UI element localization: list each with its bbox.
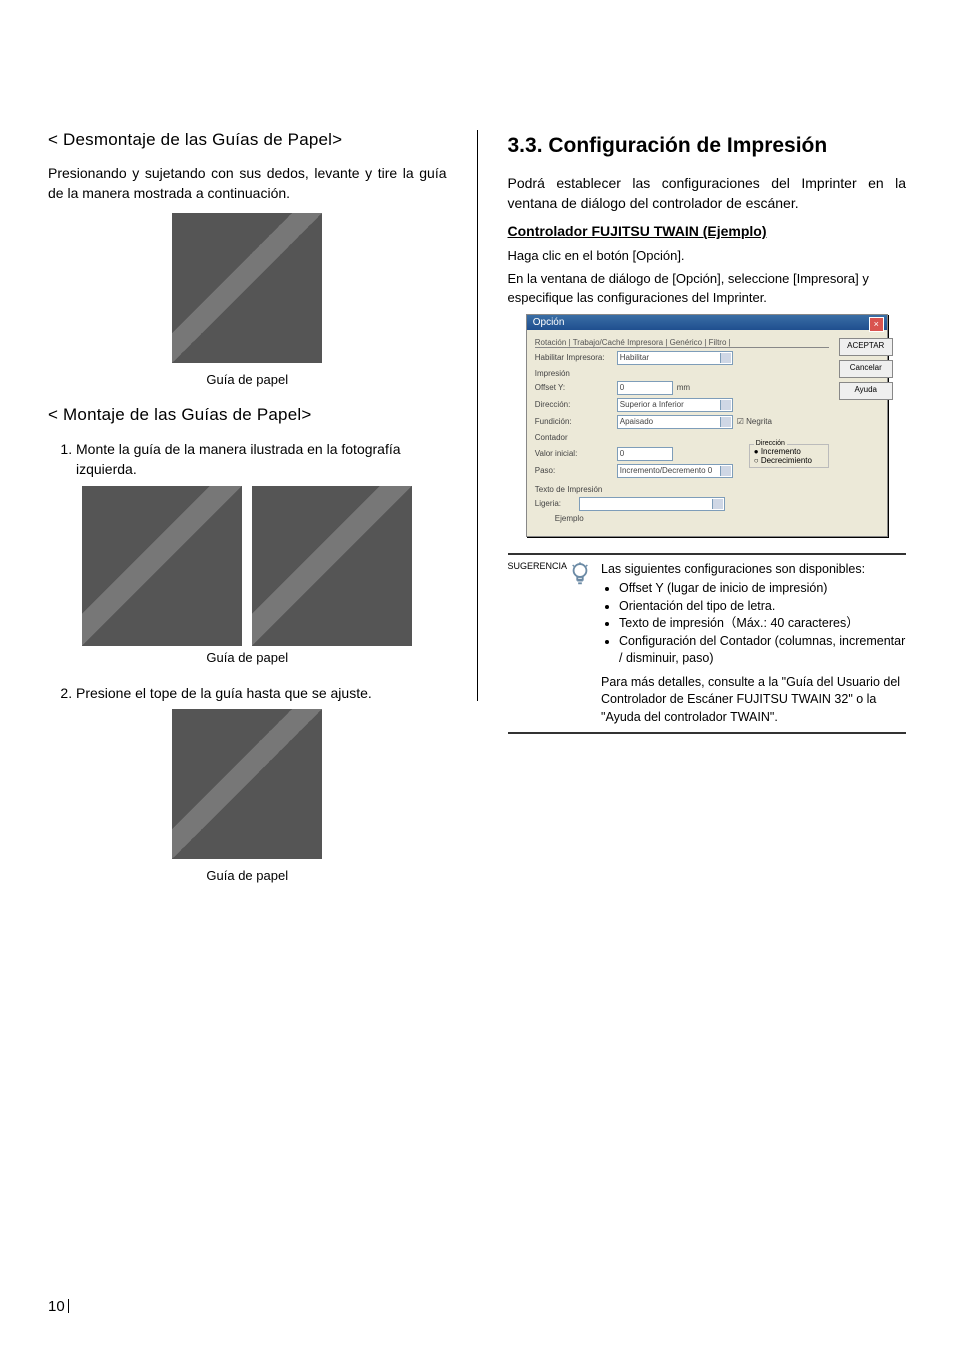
instruction-1: Haga clic en el botón [Opción]. xyxy=(508,247,907,266)
dropdown-ligeria[interactable] xyxy=(579,497,725,511)
radio-incremento[interactable]: Incremento xyxy=(754,447,824,456)
subheading-twain: Controlador FUJITSU TWAIN (Ejemplo) xyxy=(508,223,907,239)
tip-bullet-1: Offset Y (lugar de inicio de impresión) xyxy=(619,580,906,598)
dialog-opcion: Opción × Rotación | Trabajo/Caché Impres… xyxy=(526,314,888,537)
label-enable: Habilitar Impresora: xyxy=(535,353,613,362)
caption-3: Guía de papel xyxy=(48,868,447,883)
dropdown-paso[interactable]: Incremento/Decremento 0 xyxy=(617,464,733,478)
caption-2: Guía de papel xyxy=(48,650,447,665)
figure-press xyxy=(48,709,447,864)
image-placeholder xyxy=(252,486,412,646)
step-2: Presione el tope de la guía hasta que se… xyxy=(76,683,447,703)
section-texto-impresion: Texto de Impresión xyxy=(535,485,829,494)
cancelar-button[interactable]: Cancelar xyxy=(839,360,893,378)
dialog-tabs[interactable]: Rotación | Trabajo/Caché Impresora | Gen… xyxy=(535,336,829,348)
section-impresion: Impresión xyxy=(535,369,829,378)
figure-assembly-pair xyxy=(48,486,447,646)
heading-disassembly: < Desmontaje de las Guías de Papel> xyxy=(48,130,447,150)
input-offset[interactable]: 0 xyxy=(617,381,673,395)
legend-direccion: Dirección xyxy=(754,440,787,447)
radio-decrecimiento[interactable]: Decrecimiento xyxy=(754,456,824,465)
dropdown-enable[interactable]: Habilitar xyxy=(617,351,733,365)
step-1: Monte la guía de la manera ilustrada en … xyxy=(76,439,447,480)
tip-bullet-4: Configuración del Contador (columnas, in… xyxy=(619,633,906,668)
unit-mm: mm xyxy=(677,383,690,392)
image-placeholder xyxy=(172,709,322,859)
tip-intro: Las siguientes configuraciones son dispo… xyxy=(601,561,906,579)
column-divider xyxy=(477,130,478,701)
section-title: 3.3. Configuración de Impresión xyxy=(508,134,907,158)
instruction-2: En la ventana de diálogo de [Opción], se… xyxy=(508,270,907,308)
label-ligeria: Ligeria: xyxy=(535,499,575,508)
figure-disassembly xyxy=(48,213,447,368)
label-valor-inicial: Valor inicial: xyxy=(535,449,613,458)
para-disassembly: Presionando y sujetando con sus dedos, l… xyxy=(48,164,447,203)
tip-footer: Para más detalles, consulte a la "Guía d… xyxy=(601,674,906,727)
group-direccion: Dirección Incremento Decrecimiento xyxy=(749,444,829,468)
dialog-title-text: Opción xyxy=(533,317,565,328)
intro-para: Podrá establecer las configuraciones del… xyxy=(508,174,907,213)
aceptar-button[interactable]: ACEPTAR xyxy=(839,338,893,356)
heading-assembly: < Montaje de las Guías de Papel> xyxy=(48,405,447,425)
caption-1: Guía de papel xyxy=(48,372,447,387)
tip-bullet-2: Orientación del tipo de letra. xyxy=(619,598,906,616)
label-paso: Paso: xyxy=(535,466,613,475)
ayuda-button[interactable]: Ayuda xyxy=(839,382,893,400)
tip-bullet-3: Texto de impresión（Máx.: 40 caracteres） xyxy=(619,615,906,633)
tip-box: SUGERENCIA Las siguientes configuracione… xyxy=(508,553,907,735)
dropdown-direccion[interactable]: Superior a Inferior xyxy=(617,398,733,412)
label-direccion: Dirección: xyxy=(535,400,613,409)
dropdown-fundicion[interactable]: Apaisado xyxy=(617,415,733,429)
image-placeholder xyxy=(82,486,242,646)
image-placeholder xyxy=(172,213,322,363)
dialog-titlebar: Opción × xyxy=(527,315,887,330)
close-icon[interactable]: × xyxy=(869,317,884,332)
tip-label-text: SUGERENCIA xyxy=(508,561,568,571)
checkbox-negrita[interactable]: Negrita xyxy=(737,417,772,426)
page-number: 10 xyxy=(48,1298,69,1315)
label-offset: Offset Y: xyxy=(535,383,613,392)
label-fundicion: Fundición: xyxy=(535,417,613,426)
lightbulb-icon xyxy=(569,561,591,591)
input-valor-inicial[interactable]: 0 xyxy=(617,447,673,461)
label-ejemplo: Ejemplo xyxy=(555,514,584,523)
